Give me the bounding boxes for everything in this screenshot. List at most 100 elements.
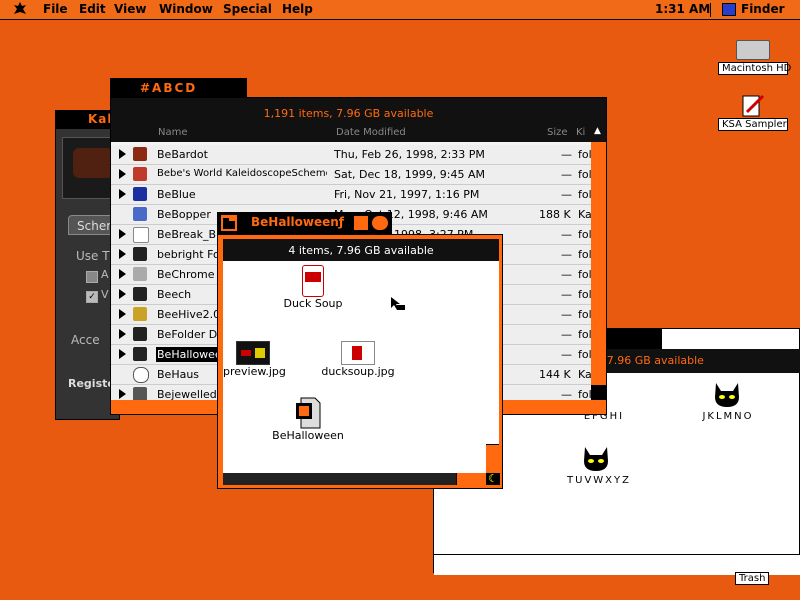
row-size: — xyxy=(561,168,572,181)
document-icon xyxy=(133,207,147,221)
disclosure-triangle-icon[interactable] xyxy=(119,269,126,279)
disclosure-triangle-icon[interactable] xyxy=(119,289,126,299)
black-cat-icon[interactable] xyxy=(712,381,742,412)
file-icon-duck-soup[interactable]: Duck Soup xyxy=(273,265,353,310)
abcd-window-tab[interactable]: #ABCD xyxy=(110,78,247,98)
abcd-status-text: 1,191 items, 7.96 GB available xyxy=(263,107,434,120)
spider-icon[interactable] xyxy=(372,216,388,230)
trash-label[interactable]: Trash xyxy=(735,572,770,585)
file-icon-behalloween[interactable]: BeHalloween xyxy=(268,397,348,442)
list-item[interactable]: BeBardot Thu, Feb 26, 1998, 2:33 PM — fol xyxy=(111,145,591,165)
row-kind: fol xyxy=(578,308,591,321)
menu-special[interactable]: Special xyxy=(223,2,272,16)
menu-edit[interactable]: Edit xyxy=(79,2,106,16)
folder-icon xyxy=(133,227,149,243)
disclosure-triangle-icon[interactable] xyxy=(119,169,126,179)
column-headers: Name Date Modified Size Ki ▲ xyxy=(111,124,606,142)
row-kind: fol xyxy=(578,148,591,161)
image-thumbnail-icon xyxy=(341,341,375,365)
document-pencil-icon xyxy=(739,92,767,118)
sort-triangle-icon[interactable]: ▲ xyxy=(594,126,601,136)
document-icon xyxy=(295,397,321,429)
horizontal-scrollbar[interactable] xyxy=(223,473,473,485)
halloween-window[interactable]: 4 items, 7.96 GB available Duck Soup pre… xyxy=(217,234,503,489)
apple-menu-icon[interactable] xyxy=(13,1,27,20)
folder-icon xyxy=(133,387,147,400)
vertical-scrollbar[interactable] xyxy=(486,261,499,473)
row-name: BeHaus xyxy=(157,368,200,381)
halloween-status-bar: 4 items, 7.96 GB available xyxy=(223,239,499,261)
menu-help[interactable]: Help xyxy=(282,2,313,16)
folder-icon xyxy=(133,247,147,261)
vertical-scrollbar[interactable] xyxy=(591,142,606,400)
disclosure-triangle-icon[interactable] xyxy=(119,329,126,339)
folder-icon xyxy=(133,267,147,281)
row-size: — xyxy=(561,228,572,241)
column-kind[interactable]: Ki xyxy=(576,127,585,138)
row-name: BeBardot xyxy=(157,148,208,161)
disclosure-triangle-icon[interactable] xyxy=(119,309,126,319)
column-name[interactable]: Name xyxy=(158,127,188,138)
row-kind: fol xyxy=(578,188,591,201)
disclosure-triangle-icon[interactable] xyxy=(119,189,126,199)
folder-icon xyxy=(133,307,147,321)
halloween-status-text: 4 items, 7.96 GB available xyxy=(288,244,434,257)
row-size: — xyxy=(561,328,572,341)
disclosure-triangle-icon[interactable] xyxy=(119,149,126,159)
black-cat-icon[interactable] xyxy=(581,445,611,476)
macintosh-hd-label: Macintosh HD xyxy=(718,62,791,75)
row-size: — xyxy=(561,388,572,400)
disclosure-triangle-icon[interactable] xyxy=(119,389,126,399)
list-item[interactable]: BeBlue Fri, Nov 21, 1997, 1:16 PM — fol xyxy=(111,185,591,205)
finder-icon[interactable] xyxy=(722,3,736,16)
folder-icon xyxy=(133,167,147,181)
macintosh-hd-icon[interactable]: Macintosh HD xyxy=(718,40,791,75)
ksa-sampler-icon[interactable]: KSA Sampler xyxy=(718,92,788,131)
column-size[interactable]: Size xyxy=(547,127,568,138)
row-kind: fol xyxy=(578,388,591,400)
row-kind: Ka xyxy=(578,208,591,221)
row-date: Fri, Nov 21, 1997, 1:16 PM xyxy=(334,188,480,201)
row-date: Sat, Dec 18, 1999, 9:45 AM xyxy=(334,168,486,181)
halloween-icon-view[interactable]: Duck Soup preview.jpg ducksoup.jpg BeHal… xyxy=(223,261,486,473)
menubar-divider xyxy=(710,3,711,17)
menu-file[interactable]: File xyxy=(43,2,68,16)
row-kind: fol xyxy=(578,168,591,181)
row-name: BeBreak_Bl xyxy=(157,228,217,241)
disclosure-triangle-icon[interactable] xyxy=(119,229,126,239)
register-button[interactable]: Registe xyxy=(68,377,115,390)
menu-view[interactable]: View xyxy=(114,2,146,16)
list-item[interactable]: Bebe's World KaleidoscopeScheme Sat, Dec … xyxy=(111,165,591,185)
halloween-window-tab[interactable]: BeHalloweenƒ xyxy=(217,212,392,234)
row-name: bebright Fol xyxy=(157,248,217,261)
checkbox-a[interactable] xyxy=(86,271,98,283)
scroll-arrows[interactable] xyxy=(456,473,487,485)
grow-box-moon-icon[interactable]: ☾ xyxy=(486,473,500,485)
file-icon-ducksoup[interactable]: ducksoup.jpg xyxy=(318,341,398,378)
image-thumbnail-icon xyxy=(236,341,270,365)
row-size: — xyxy=(561,268,572,281)
scroll-thumb[interactable] xyxy=(591,385,606,400)
folder-icon xyxy=(133,347,147,361)
row-kind: fol xyxy=(578,348,591,361)
row-name: Bejewelled F xyxy=(157,388,217,400)
disclosure-triangle-icon[interactable] xyxy=(119,349,126,359)
row-name: BeBlue xyxy=(157,188,196,201)
row-size: 144 K xyxy=(539,368,571,381)
cat-label-tuvwxyz: TUVWXYZ xyxy=(567,475,631,486)
app-menu-finder[interactable]: Finder xyxy=(741,2,785,16)
row-size: — xyxy=(561,248,572,261)
row-name: BeFolder Des xyxy=(157,328,217,341)
menu-window[interactable]: Window xyxy=(159,2,213,16)
clock[interactable]: 1:31 AM xyxy=(655,2,710,16)
halloween-window-title: BeHalloweenƒ xyxy=(251,215,345,229)
file-icon-preview[interactable]: preview.jpg xyxy=(223,341,286,378)
zoom-box-icon[interactable] xyxy=(354,216,368,230)
disclosure-triangle-icon[interactable] xyxy=(119,249,126,259)
scroll-arrows[interactable] xyxy=(486,444,499,473)
folder-icon xyxy=(133,147,147,161)
checkbox-v[interactable]: ✓ xyxy=(86,291,98,303)
cat-label-jklmno: JKLMNO xyxy=(702,411,754,422)
file-label-ducksoup: ducksoup.jpg xyxy=(321,365,395,378)
column-date-modified[interactable]: Date Modified xyxy=(336,127,406,138)
